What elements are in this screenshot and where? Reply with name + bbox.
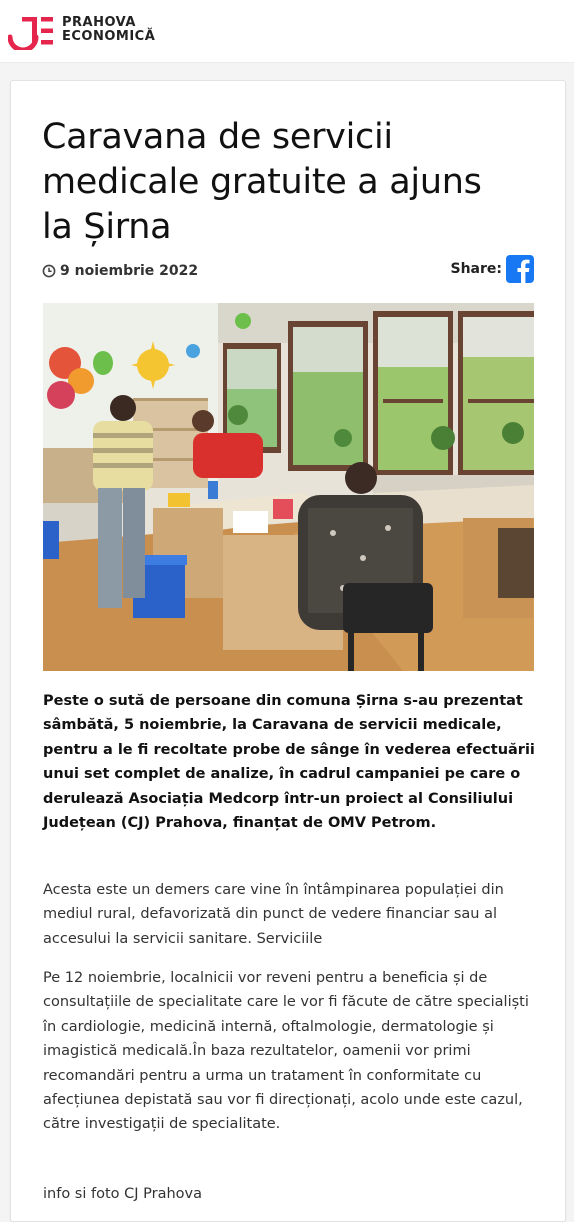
article-title: Caravana de servicii medicale gratuite a… (42, 117, 482, 247)
logo-line-2: ECONOMICĂ (62, 29, 156, 44)
article-paragraph-1: Acesta este un demers care vine în întâm… (43, 882, 504, 947)
facebook-share-button[interactable] (506, 255, 534, 283)
article-paragraph-2: Pe 12 noiembrie, localnicii vor reveni p… (43, 970, 529, 1133)
article-photo-image (43, 303, 534, 671)
date-text: 9 noiembrie 2022 (60, 263, 199, 279)
article-meta: 9 noiembrie 2022 Share: (42, 255, 534, 285)
site-header: PRAHOVA ECONOMICĂ (0, 0, 574, 63)
logo-mark-icon (8, 17, 53, 50)
share-block: Share: (450, 255, 534, 283)
site-logo[interactable]: PRAHOVA ECONOMICĂ (8, 10, 155, 50)
article-photo (43, 303, 534, 671)
article-card: Caravana de servicii medicale gratuite a… (10, 80, 566, 1222)
logo-line-1: PRAHOVA (62, 15, 136, 30)
article-date: 9 noiembrie 2022 (42, 263, 198, 279)
logo-text: PRAHOVA ECONOMICĂ (62, 16, 155, 44)
share-label: Share: (450, 261, 503, 277)
photo-credit: info si foto CJ Prahova (43, 1186, 203, 1202)
facebook-icon (517, 259, 530, 283)
article-lead: Peste o sută de persoane din comuna Șirn… (43, 693, 535, 832)
clock-icon (42, 264, 56, 278)
